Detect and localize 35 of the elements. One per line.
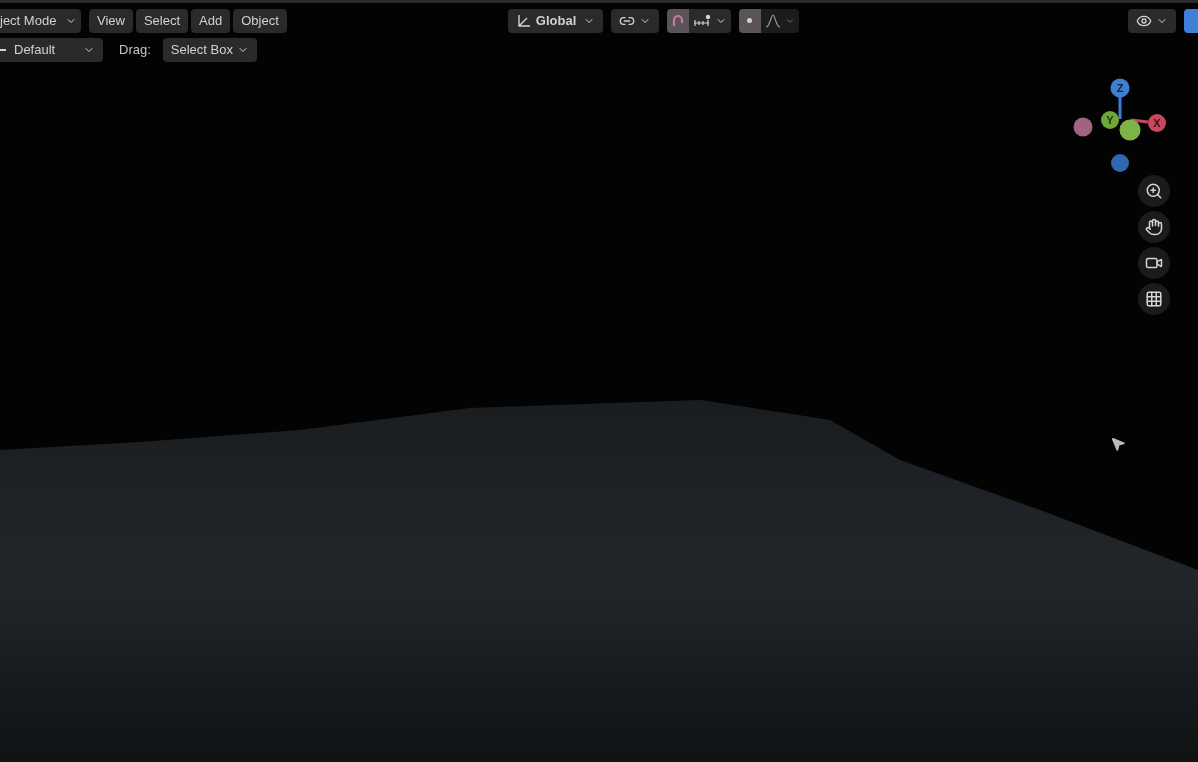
magnet-icon [670,13,685,28]
pivot-dropdown[interactable] [610,8,659,33]
snap-toggle[interactable] [666,8,689,33]
axis-handle[interactable]: X [1148,114,1166,132]
axis-handle[interactable]: Y [1101,111,1119,129]
mouse-cursor-icon [1110,436,1126,452]
axis-handle[interactable] [1111,154,1129,172]
grid-icon [1145,290,1163,308]
drag-label: Drag: [119,41,151,60]
menu-button[interactable]: Select [135,8,189,33]
orientation-dropdown[interactable]: Global [507,8,603,33]
hand-icon [1145,218,1163,236]
zoom-button[interactable] [1138,175,1170,207]
drag-dropdown[interactable]: Select Box [162,38,257,62]
axis-line [1118,97,1122,119]
falloff-dropdown[interactable] [760,8,799,33]
proportional-toggle[interactable] [738,8,761,33]
mode-dropdown[interactable]: ject Mode [0,8,81,33]
visibility-dropdown[interactable] [1128,8,1176,33]
perspective-button[interactable] [1138,283,1170,315]
orientation-dropdown[interactable]: Default [0,38,103,62]
axis-handle[interactable] [1119,119,1141,141]
menu-button[interactable]: View [89,8,133,33]
camera-button[interactable] [1138,247,1170,279]
axis-handle[interactable]: Z [1110,78,1130,98]
zoom-icon [1145,182,1163,200]
pan-button[interactable] [1138,211,1170,243]
increment-icon [692,13,711,28]
axis-handle[interactable] [1073,117,1093,137]
axes-icon [515,12,532,29]
gizmo-toggle[interactable] [1184,8,1198,33]
menu-button[interactable]: Object [233,8,287,33]
menu-button[interactable]: Add [191,8,231,33]
snap-target-dropdown[interactable] [688,8,731,33]
falloff-curve-icon [764,13,781,28]
